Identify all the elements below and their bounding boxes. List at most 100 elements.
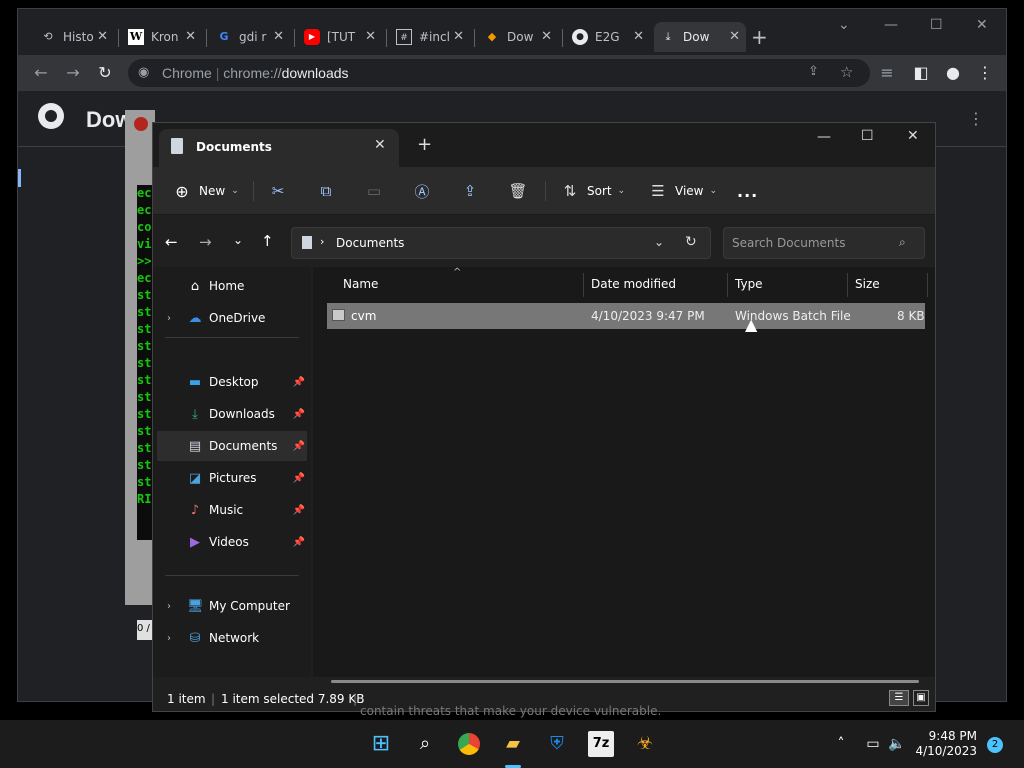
chevron-down-icon[interactable]: ⌄ (838, 17, 850, 33)
paste-button[interactable]: ▭ (363, 179, 385, 203)
documents-folder-icon (171, 138, 183, 154)
chevron-down-icon[interactable]: ⌄ (654, 235, 664, 249)
tiles-view-icon[interactable]: ▣ (913, 690, 929, 706)
chevron-up-icon[interactable]: ˄ (828, 731, 854, 757)
forward-icon[interactable]: → (199, 233, 212, 251)
bookmark-star-icon[interactable]: ☆ (840, 63, 853, 81)
more-options-icon[interactable]: ⋮ (968, 109, 984, 128)
breadcrumb[interactable]: Documents (336, 236, 404, 250)
cut-button[interactable]: ✂ (267, 179, 289, 203)
details-view-icon[interactable]: ☰ (889, 690, 909, 706)
chrome-toolbar: ← → ↻ ◉ Chrome | chrome://downloads ⇪ ☆ … (18, 55, 1006, 91)
chrome-tab-downloads[interactable]: ⤓ Dow ✕ (654, 22, 746, 52)
close-icon[interactable]: ✕ (365, 29, 376, 44)
new-button[interactable]: ⊕ New ⌄ (171, 179, 238, 203)
close-icon[interactable]: ✕ (97, 29, 108, 44)
nav-item-pictures[interactable]: ◪ Pictures 📌 (157, 463, 307, 493)
7zip-icon[interactable]: 7z (588, 731, 614, 757)
refresh-icon[interactable]: ↻ (685, 234, 697, 250)
close-icon[interactable]: ✕ (453, 29, 464, 44)
chrome-tab-e2g[interactable]: ● E2G ✕ (566, 22, 650, 52)
pin-icon[interactable]: 📌 (293, 409, 305, 420)
pin-icon[interactable]: 📌 (293, 537, 305, 548)
pin-icon[interactable]: 📌 (293, 441, 305, 452)
close-window-icon[interactable]: ✕ (907, 128, 919, 144)
nav-item-my-computer[interactable]: › 🖥 My Computer (157, 591, 307, 621)
chrome-tab-dow[interactable]: ◆ Dow ✕ (478, 22, 558, 52)
minimize-icon[interactable]: — (884, 17, 898, 33)
up-icon[interactable]: ↑ (261, 232, 274, 250)
nav-item-videos[interactable]: ▶ Videos 📌 (157, 527, 307, 557)
table-row[interactable]: cvm 4/10/2023 9:47 PM Windows Batch File… (327, 303, 925, 329)
nav-item-home[interactable]: ⌂ Home (157, 271, 307, 301)
close-tab-icon[interactable]: ✕ (374, 137, 386, 153)
column-header-date[interactable]: Date modified (591, 277, 676, 291)
close-icon[interactable]: ✕ (541, 29, 552, 44)
close-icon[interactable]: ✕ (273, 29, 284, 44)
chrome-tab-kron[interactable]: W Kron ✕ (122, 22, 202, 52)
rename-button[interactable]: Ⓐ (411, 179, 433, 203)
side-panel-icon[interactable]: ◧ (910, 62, 932, 84)
back-icon[interactable]: ← (30, 62, 52, 84)
horizontal-scrollbar[interactable] (331, 680, 919, 683)
nav-item-music[interactable]: ♪ Music 📌 (157, 495, 307, 525)
chevron-right-icon[interactable]: › (167, 313, 171, 324)
chrome-tab-gdi[interactable]: G gdi r ✕ (210, 22, 290, 52)
clipboard-icon: ▭ (366, 182, 382, 200)
nav-item-desktop[interactable]: ▬ Desktop 📌 (157, 367, 307, 397)
column-header-name[interactable]: Name (343, 277, 378, 291)
forward-icon[interactable]: → (62, 62, 84, 84)
menu-icon[interactable]: ⋮ (974, 62, 996, 84)
recent-locations-icon[interactable]: ⌄ (233, 233, 243, 247)
chrome-tab-incl[interactable]: # #incl ✕ (390, 22, 470, 52)
volume-icon[interactable]: 🔈 (884, 731, 910, 757)
biohazard-app-icon[interactable]: ☣ (632, 731, 658, 757)
chevron-right-icon[interactable]: › (167, 633, 171, 644)
chrome-tab-tut[interactable]: ▶ [TUT ✕ (298, 22, 382, 52)
close-icon[interactable]: ✕ (185, 29, 196, 44)
address-bar[interactable]: › Documents ⌄ ↻ (291, 227, 711, 259)
defender-shield-icon[interactable]: ⛨ (544, 731, 570, 757)
close-icon[interactable]: ✕ (729, 29, 740, 44)
nav-item-onedrive[interactable]: › ☁ OneDrive (157, 303, 307, 333)
close-window-icon[interactable]: ✕ (976, 17, 988, 33)
column-header-type[interactable]: Type (735, 277, 763, 291)
sort-button[interactable]: ⇅ Sort ⌄ (559, 179, 625, 203)
explorer-tab-documents[interactable]: Documents ✕ (159, 129, 399, 167)
delete-button[interactable]: 🗑 (507, 179, 529, 203)
more-options-button[interactable]: ... (737, 179, 758, 203)
reload-icon[interactable]: ↻ (94, 62, 116, 84)
nav-item-downloads[interactable]: ⤓ Downloads 📌 (157, 399, 307, 429)
share-icon[interactable]: ⇪ (808, 64, 819, 79)
nav-item-network[interactable]: › ⛁ Network (157, 623, 307, 653)
profile-icon[interactable]: ● (942, 62, 964, 84)
chrome-taskbar-icon[interactable] (456, 731, 482, 757)
share-button[interactable]: ⇪ (459, 179, 481, 203)
copy-button[interactable]: ⧉ (315, 179, 337, 203)
minimize-icon[interactable]: — (817, 129, 831, 145)
pin-icon[interactable]: 📌 (293, 505, 305, 516)
new-tab-button[interactable]: + (417, 134, 432, 155)
clock[interactable]: 9:48 PM 4/10/2023 (915, 729, 977, 759)
maximize-icon[interactable]: ☐ (930, 17, 943, 33)
file-explorer-taskbar-icon[interactable]: ▰ (500, 731, 526, 757)
omnibox[interactable]: ◉ Chrome | chrome://downloads ⇪ ☆ (128, 59, 870, 87)
download-icon: ⤓ (665, 30, 671, 43)
new-tab-button[interactable]: + (751, 25, 768, 49)
nav-item-documents[interactable]: ▤ Documents 📌 (157, 431, 307, 461)
maximize-icon[interactable]: ☐ (861, 128, 874, 144)
chevron-right-icon[interactable]: › (167, 601, 171, 612)
close-icon[interactable]: ✕ (633, 29, 644, 44)
search-input[interactable]: Search Documents ⌕ (723, 227, 925, 259)
notification-badge[interactable]: 2 (987, 737, 1003, 753)
chrome-tab-history[interactable]: ⟲ Histo ✕ (34, 22, 114, 52)
pin-icon[interactable]: 📌 (293, 473, 305, 484)
network-tray-icon[interactable]: ▭ (860, 731, 886, 757)
start-windows-icon[interactable]: ⊞ (368, 731, 394, 757)
search-icon[interactable]: ⌕ (412, 731, 438, 757)
pin-icon[interactable]: 📌 (293, 377, 305, 388)
column-header-size[interactable]: Size (855, 277, 880, 291)
view-button[interactable]: ☰ View ⌄ (647, 179, 717, 203)
media-control-icon[interactable]: ≡ (876, 62, 898, 84)
back-icon[interactable]: ← (165, 233, 178, 251)
